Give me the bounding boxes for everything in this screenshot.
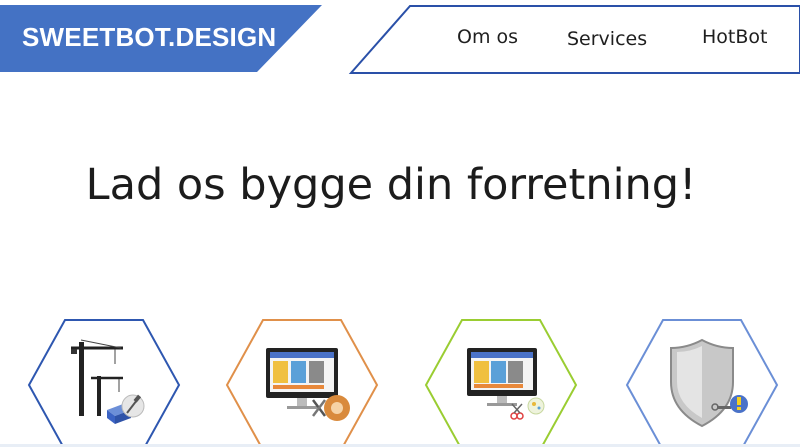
hexagon-frame bbox=[27, 319, 181, 447]
service-card-construction[interactable] bbox=[27, 318, 181, 447]
hexagon-frame bbox=[225, 319, 379, 447]
nav-link-om-os[interactable]: Om os bbox=[457, 26, 518, 48]
brand-logo[interactable]: SWEETBOT.DESIGN bbox=[22, 22, 276, 53]
page: SWEETBOT.DESIGN Om os Services HotBot La… bbox=[0, 0, 800, 447]
service-card-security[interactable] bbox=[625, 318, 779, 447]
hero-title: Lad os bygge din forretning! bbox=[85, 160, 697, 210]
service-card-web-development[interactable] bbox=[424, 318, 578, 447]
nav-link-services[interactable]: Services bbox=[567, 28, 647, 50]
nav-link-hotbot[interactable]: HotBot bbox=[702, 26, 767, 48]
hexagon-frame bbox=[424, 319, 578, 447]
service-card-web-design[interactable] bbox=[225, 318, 379, 447]
hexagon-frame bbox=[625, 319, 779, 447]
